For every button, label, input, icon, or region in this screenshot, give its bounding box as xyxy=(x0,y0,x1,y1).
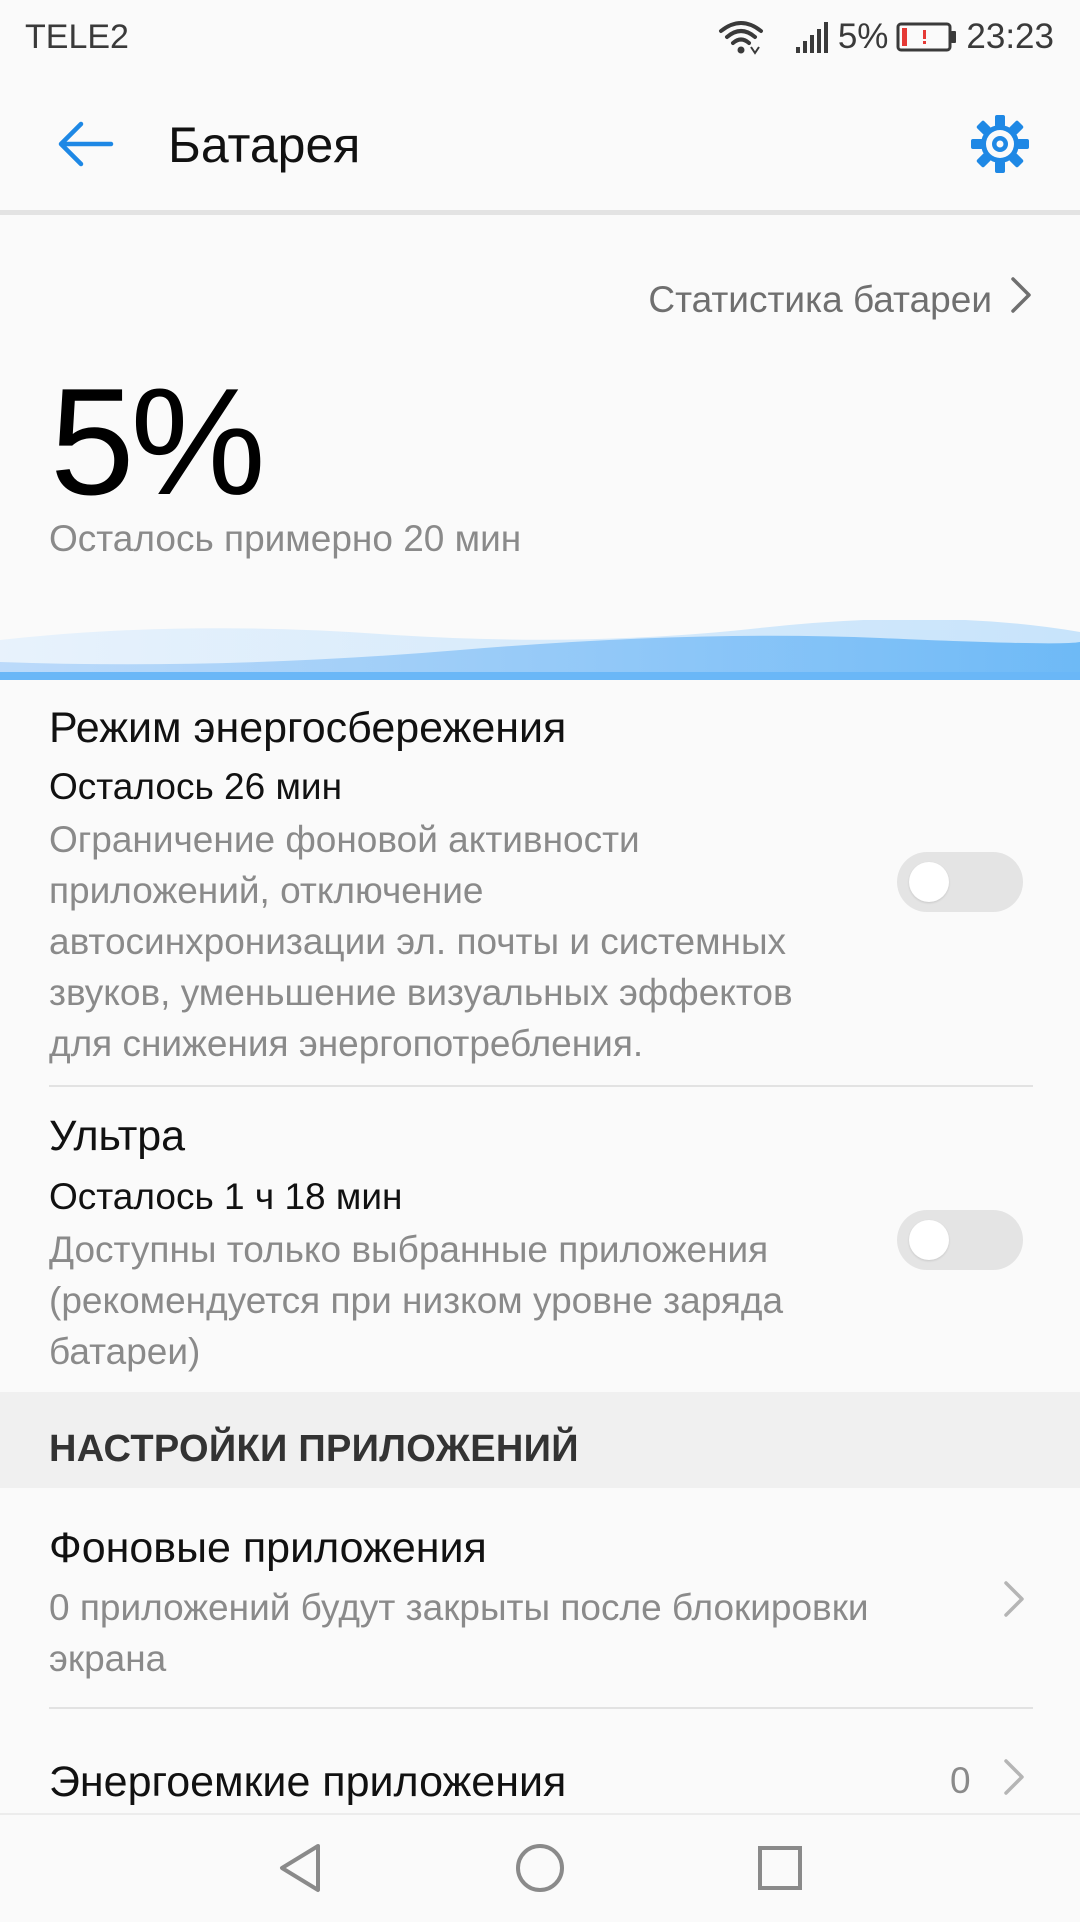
chevron-right-icon xyxy=(1003,1580,1025,1618)
carrier-name: TELE2 xyxy=(25,18,129,56)
nav-recents-button[interactable] xyxy=(735,1835,825,1905)
power-intensive-apps-title: Энергоемкие приложения xyxy=(49,1758,567,1806)
ultra-mode-row[interactable]: Ультра Осталось 1 ч 18 мин Доступны толь… xyxy=(0,1098,1080,1388)
divider xyxy=(49,1085,1033,1087)
battery-percent-large: 5% xyxy=(50,357,266,527)
ultra-toggle[interactable] xyxy=(897,1210,1023,1270)
battery-icon xyxy=(896,21,958,53)
settings-button[interactable] xyxy=(960,106,1040,186)
ultra-title: Ультра xyxy=(49,1112,186,1160)
status-icons: 5% 23:23 xyxy=(718,14,1054,60)
section-title: НАСТРОЙКИ ПРИЛОЖЕНИЙ xyxy=(49,1428,579,1470)
nav-home-button[interactable] xyxy=(495,1835,585,1905)
divider xyxy=(49,1707,1033,1709)
power-saving-description: Ограничение фоновой активности приложени… xyxy=(49,814,793,1069)
wifi-icon xyxy=(718,17,764,57)
battery-stats-label: Статистика батареи xyxy=(648,278,992,320)
power-intensive-apps-count: 0 xyxy=(950,1760,971,1801)
app-bar-divider xyxy=(0,210,1080,215)
page-title: Батарея xyxy=(168,117,361,173)
description-line: (рекомендуется при низком уровне заряда xyxy=(49,1280,784,1321)
status-bar: TELE2 5% 23:23 xyxy=(0,0,1080,76)
back-triangle-icon xyxy=(276,1842,324,1899)
signal-icon xyxy=(794,19,830,55)
chevron-right-icon xyxy=(1003,1758,1025,1796)
description-line: 0 приложений будут закрыты после блокиро… xyxy=(49,1587,869,1628)
description-line: автосинхронизации эл. почты и системных xyxy=(49,921,787,962)
ultra-description: Доступны только выбранные приложения (ре… xyxy=(49,1224,783,1377)
nav-back-button[interactable] xyxy=(255,1835,345,1905)
description-line: звуков, уменьшение визуальных эффектов xyxy=(49,972,793,1013)
app-bar: Батарея xyxy=(0,76,1080,212)
battery-time-remaining: Осталось примерно 20 мин xyxy=(49,518,522,559)
toggle-knob xyxy=(909,1220,949,1260)
toggle-knob xyxy=(909,862,949,902)
description-line: Доступны только выбранные приложения xyxy=(49,1229,769,1270)
power-intensive-apps-row[interactable]: Энергоемкие приложения 0 xyxy=(0,1710,1080,1813)
power-saving-toggle[interactable] xyxy=(897,852,1023,912)
description-line: экрана xyxy=(49,1638,167,1679)
gear-icon xyxy=(969,113,1031,180)
battery-level-wave xyxy=(0,618,1080,680)
description-line: для снижения энергопотребления. xyxy=(49,1023,644,1064)
description-line: приложений, отключение xyxy=(49,870,484,911)
back-button[interactable] xyxy=(40,106,130,186)
navigation-bar xyxy=(0,1813,1080,1922)
battery-percent: 5% xyxy=(837,17,889,56)
background-apps-row[interactable]: Фоновые приложения 0 приложений будут за… xyxy=(0,1488,1080,1708)
background-apps-title: Фоновые приложения xyxy=(49,1524,487,1572)
arrow-left-icon xyxy=(55,119,115,174)
power-saving-row[interactable]: Режим энергосбережения Осталось 26 мин О… xyxy=(0,690,1080,1085)
battery-stats-link[interactable]: Статистика батареи xyxy=(648,276,1032,323)
description-line: Ограничение фоновой активности xyxy=(49,819,640,860)
recents-square-icon xyxy=(756,1844,804,1897)
ultra-remaining: Осталось 1 ч 18 мин xyxy=(49,1176,403,1217)
background-apps-description: 0 приложений будут закрыты после блокиро… xyxy=(49,1582,869,1684)
home-circle-icon xyxy=(514,1842,566,1899)
power-saving-remaining: Осталось 26 мин xyxy=(49,766,343,807)
chevron-right-icon xyxy=(1010,276,1032,323)
description-line: батареи) xyxy=(49,1331,201,1372)
clock: 23:23 xyxy=(966,17,1054,56)
power-saving-title: Режим энергосбережения xyxy=(49,704,567,752)
